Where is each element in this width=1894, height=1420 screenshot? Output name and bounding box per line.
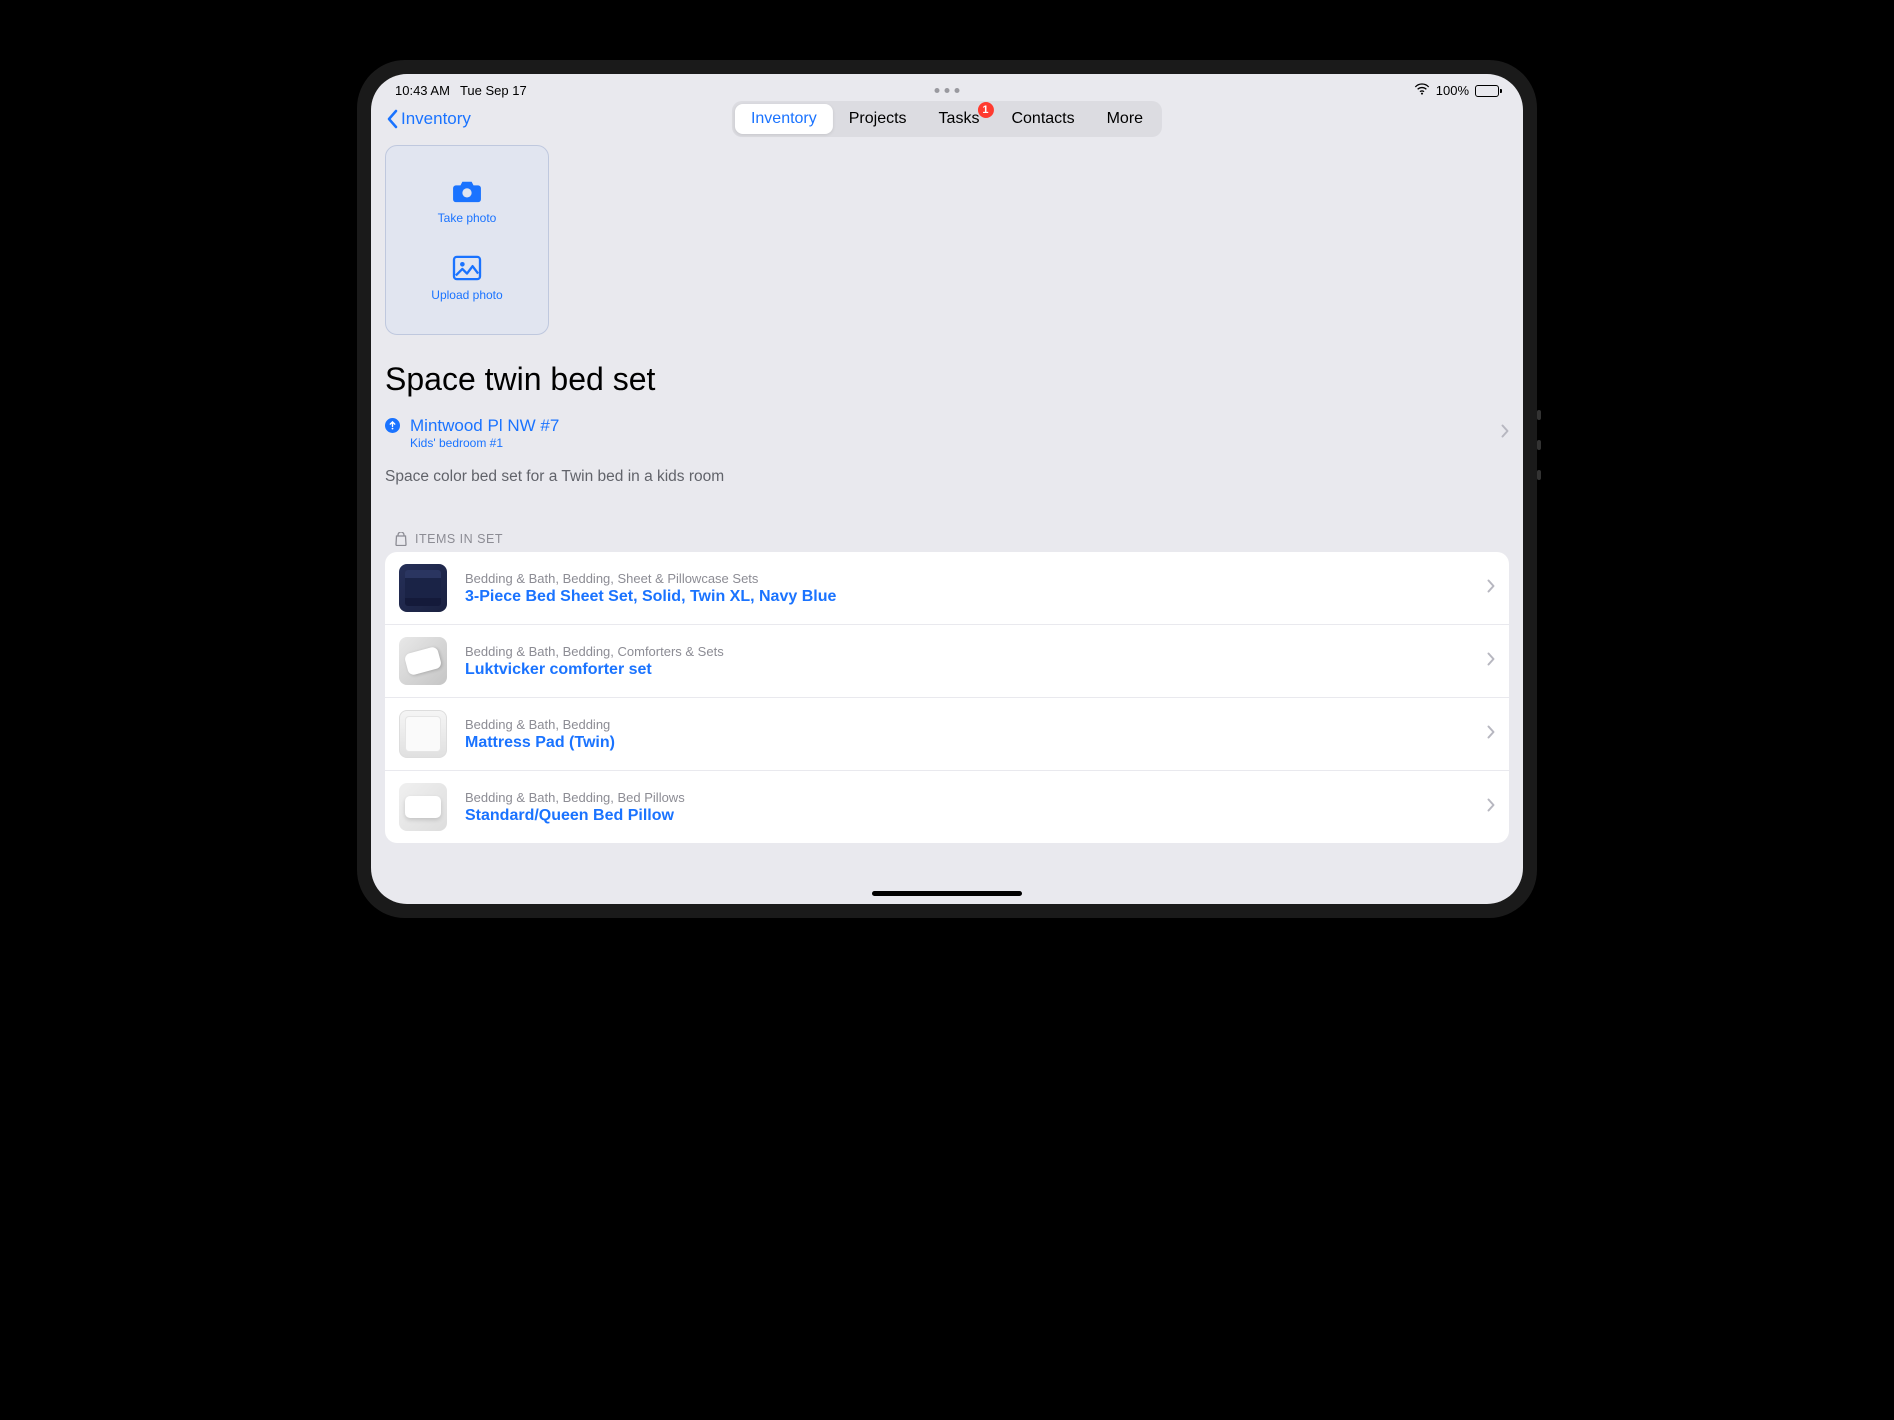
tasks-badge: 1 (977, 102, 993, 118)
device-side-buttons (1537, 410, 1541, 500)
location-primary: Mintwood Pl NW #7 (410, 416, 559, 436)
item-description: Space color bed set for a Twin bed in a … (385, 468, 1509, 486)
nav-bar: Inventory Inventory Projects Tasks 1 Con… (371, 103, 1523, 139)
chevron-right-icon (1487, 725, 1495, 744)
chevron-right-icon (1501, 424, 1509, 443)
take-photo-label: Take photo (438, 211, 497, 225)
item-category: Bedding & Bath, Bedding, Comforters & Se… (465, 644, 1469, 659)
multitask-dots[interactable] (935, 88, 960, 93)
bag-icon (395, 532, 407, 546)
location-secondary: Kids' bedroom #1 (410, 436, 559, 450)
take-photo-button[interactable]: Take photo (438, 178, 497, 225)
list-item[interactable]: Bedding & Bath, Bedding, Sheet & Pillowc… (385, 552, 1509, 625)
chevron-right-icon (1487, 798, 1495, 817)
segmented-control: Inventory Projects Tasks 1 Contacts More (732, 101, 1162, 137)
screen: 10:43 AM Tue Sep 17 100% Inventory (371, 74, 1523, 904)
item-thumbnail (399, 564, 447, 612)
list-item[interactable]: Bedding & Bath, Bedding, Comforters & Se… (385, 625, 1509, 698)
battery-percent: 100% (1436, 83, 1469, 98)
battery-icon (1475, 85, 1499, 97)
status-time: 10:43 AM (395, 83, 450, 98)
chevron-right-icon (1487, 652, 1495, 671)
item-name: Luktvicker comforter set (465, 661, 1469, 679)
home-indicator[interactable] (872, 891, 1022, 896)
item-category: Bedding & Bath, Bedding, Sheet & Pillowc… (465, 571, 1469, 586)
back-button[interactable]: Inventory (385, 109, 471, 129)
item-thumbnail (399, 783, 447, 831)
item-title: Space twin bed set (385, 361, 1509, 398)
item-thumbnail (399, 637, 447, 685)
wifi-icon (1414, 81, 1430, 100)
upload-photo-label: Upload photo (431, 288, 502, 302)
location-row[interactable]: Mintwood Pl NW #7 Kids' bedroom #1 (385, 416, 1509, 450)
back-label: Inventory (401, 109, 471, 129)
chevron-left-icon (385, 109, 399, 129)
item-name: Mattress Pad (Twin) (465, 734, 1469, 752)
items-list: Bedding & Bath, Bedding, Sheet & Pillowc… (385, 552, 1509, 843)
tab-projects[interactable]: Projects (833, 104, 923, 134)
item-name: 3-Piece Bed Sheet Set, Solid, Twin XL, N… (465, 588, 1469, 606)
location-marker-icon (385, 418, 400, 433)
content-area: Take photo Upload photo Space twin bed s… (371, 139, 1523, 904)
tab-contacts[interactable]: Contacts (995, 104, 1090, 134)
chevron-right-icon (1487, 579, 1495, 598)
section-header-label: ITEMS IN SET (415, 532, 503, 546)
item-category: Bedding & Bath, Bedding, Bed Pillows (465, 790, 1469, 805)
upload-photo-button[interactable]: Upload photo (431, 255, 502, 302)
tab-tasks[interactable]: Tasks 1 (923, 104, 996, 134)
item-name: Standard/Queen Bed Pillow (465, 807, 1469, 825)
device-frame: 10:43 AM Tue Sep 17 100% Inventory (357, 60, 1537, 918)
status-bar: 10:43 AM Tue Sep 17 100% (371, 74, 1523, 103)
item-thumbnail (399, 710, 447, 758)
camera-icon (452, 178, 482, 207)
item-category: Bedding & Bath, Bedding (465, 717, 1469, 732)
image-icon (452, 255, 482, 284)
status-date: Tue Sep 17 (460, 83, 527, 98)
tab-inventory[interactable]: Inventory (735, 104, 833, 134)
photo-panel: Take photo Upload photo (385, 145, 549, 335)
list-item[interactable]: Bedding & Bath, Bedding Mattress Pad (Tw… (385, 698, 1509, 771)
section-header: ITEMS IN SET (385, 532, 1509, 552)
list-item[interactable]: Bedding & Bath, Bedding, Bed Pillows Sta… (385, 771, 1509, 843)
tab-tasks-label: Tasks (939, 110, 980, 127)
tab-more[interactable]: More (1091, 104, 1159, 134)
